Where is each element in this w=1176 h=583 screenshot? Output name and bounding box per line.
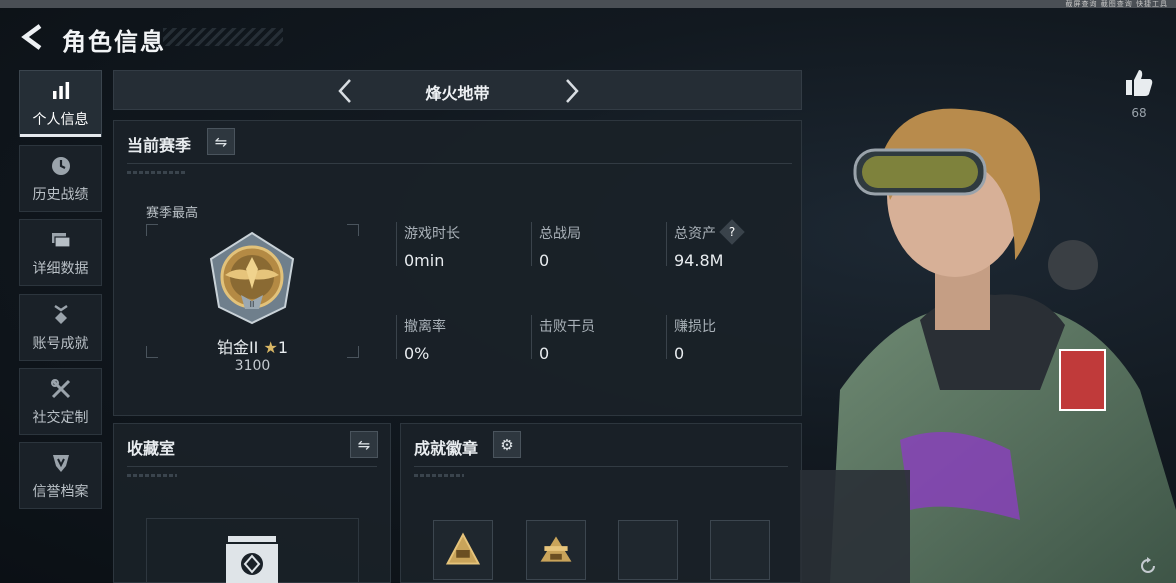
stat-total-matches: 总战局 0: [539, 223, 581, 270]
rank-title: 铂金II ★1: [146, 334, 359, 358]
sidebar-item-credit-record[interactable]: 信誉档案: [19, 442, 102, 509]
system-bar-text: 截屏查询 截图查询 快捷工具: [1065, 0, 1168, 8]
system-top-strip: 截屏查询 截图查询 快捷工具: [0, 0, 1176, 8]
decor-microtext: [127, 474, 177, 477]
folder-icon: [51, 232, 71, 248]
stat-label: 总资产 ?: [674, 219, 746, 245]
sidebar-item-label: 社交定制: [32, 409, 89, 426]
badge-gold-pyramid-icon: [445, 532, 481, 565]
frame-corner: [146, 224, 158, 236]
stat-label: 赚损比: [674, 319, 716, 335]
sidebar-item-personal-info[interactable]: 个人信息: [19, 70, 102, 137]
like-count: 68: [1131, 106, 1147, 120]
thumbs-up-icon[interactable]: [1124, 68, 1154, 98]
tools-icon: [50, 378, 70, 398]
badges-title: 成就徽章: [414, 439, 479, 458]
stat-label: 游戏时长: [404, 226, 460, 242]
collection-switch-button[interactable]: ⇋: [350, 431, 378, 458]
gear-icon: ⚙: [500, 435, 514, 454]
rank-name: 铂金II: [216, 338, 259, 357]
star-icon: ★: [263, 338, 278, 357]
badges-settings-button[interactable]: ⚙: [493, 431, 521, 458]
rank-score: 3100: [234, 358, 271, 374]
stat-operators-defeated: 击败干员 0: [539, 316, 595, 363]
back-arrow-icon[interactable]: [18, 22, 48, 52]
page-title: 角色信息: [62, 28, 166, 56]
stat-extraction-rate: 撤离率 0%: [404, 316, 446, 363]
badge-slot[interactable]: [526, 520, 586, 580]
season-title: 当前赛季: [127, 136, 192, 155]
bar-chart-icon: [52, 81, 69, 99]
stat-value: 0%: [404, 344, 430, 363]
medal-icon: [53, 304, 68, 324]
season-switch-button[interactable]: ⇋: [207, 128, 235, 155]
shield-icon: [52, 454, 69, 472]
character-portrait: [800, 108, 1176, 583]
stat-play-time: 游戏时长 0min: [404, 223, 460, 270]
title-decoration: [163, 28, 283, 46]
platinum-rank-emblem: II: [209, 231, 295, 325]
stat-total-assets: 总资产 ? 94.8M: [674, 219, 746, 270]
stat-value: 0min: [404, 251, 445, 270]
stat-value: 94.8M: [674, 251, 724, 270]
refresh-icon[interactable]: [1138, 556, 1158, 576]
stat-label-text: 总资产: [674, 226, 716, 242]
sidebar-item-label: 历史战绩: [32, 186, 89, 203]
badge-slot-empty[interactable]: [618, 520, 678, 580]
stat-label: 总战局: [539, 226, 581, 242]
divider: [127, 163, 792, 164]
frame-corner: [347, 224, 359, 236]
mode-selector: 烽火地带: [113, 70, 802, 110]
help-icon-glyph: ?: [729, 225, 736, 239]
divider: [127, 466, 377, 467]
stat-divider: [396, 315, 397, 359]
decor-microtext: [414, 474, 464, 477]
character-info-screen: 截屏查询 截图查询 快捷工具 角色信息 个人信息 历史战绩 详细数据 账号成就: [0, 0, 1176, 583]
sidebar-item-account-achievements[interactable]: 账号成就: [19, 294, 102, 361]
stat-divider: [531, 222, 532, 266]
swap-icon: ⇋: [357, 435, 371, 454]
sidebar-item-detailed-data[interactable]: 详细数据: [19, 219, 102, 286]
sidebar-item-label: 详细数据: [32, 260, 89, 277]
stat-divider: [531, 315, 532, 359]
help-icon[interactable]: ?: [719, 219, 746, 245]
stat-label: 撤离率: [404, 319, 446, 335]
svg-text:II: II: [250, 300, 255, 309]
decor-microtext: [127, 171, 187, 174]
season-peak-label: 赛季最高: [146, 206, 199, 221]
sidebar-item-label: 信誉档案: [32, 483, 89, 500]
rank-stars: 1: [277, 338, 289, 357]
sidebar-item-label: 个人信息: [32, 111, 89, 128]
mode-name: 烽火地带: [425, 84, 490, 103]
stat-label: 击败干员: [539, 319, 595, 335]
sidebar-item-label: 账号成就: [32, 335, 89, 352]
badge-slot[interactable]: [433, 520, 493, 580]
clock-icon: [51, 156, 70, 175]
badge-slot-empty[interactable]: [710, 520, 770, 580]
sidebar-item-social-customization[interactable]: 社交定制: [19, 368, 102, 435]
stat-profit-loss-ratio: 赚损比 0: [674, 316, 716, 363]
stat-divider: [666, 315, 667, 359]
sidebar-item-match-history[interactable]: 历史战绩: [19, 145, 102, 212]
collection-title: 收藏室: [127, 439, 176, 458]
stat-value: 0: [539, 251, 550, 270]
swap-icon: ⇋: [214, 132, 228, 151]
stat-value: 0: [539, 344, 550, 363]
stat-divider: [396, 222, 397, 266]
divider: [414, 466, 788, 467]
safe-box-icon[interactable]: [224, 536, 280, 583]
stat-value: 0: [674, 344, 685, 363]
badge-gold-crown-icon: [540, 536, 572, 562]
chevron-right-icon[interactable]: [557, 77, 585, 105]
stat-divider: [666, 222, 667, 266]
